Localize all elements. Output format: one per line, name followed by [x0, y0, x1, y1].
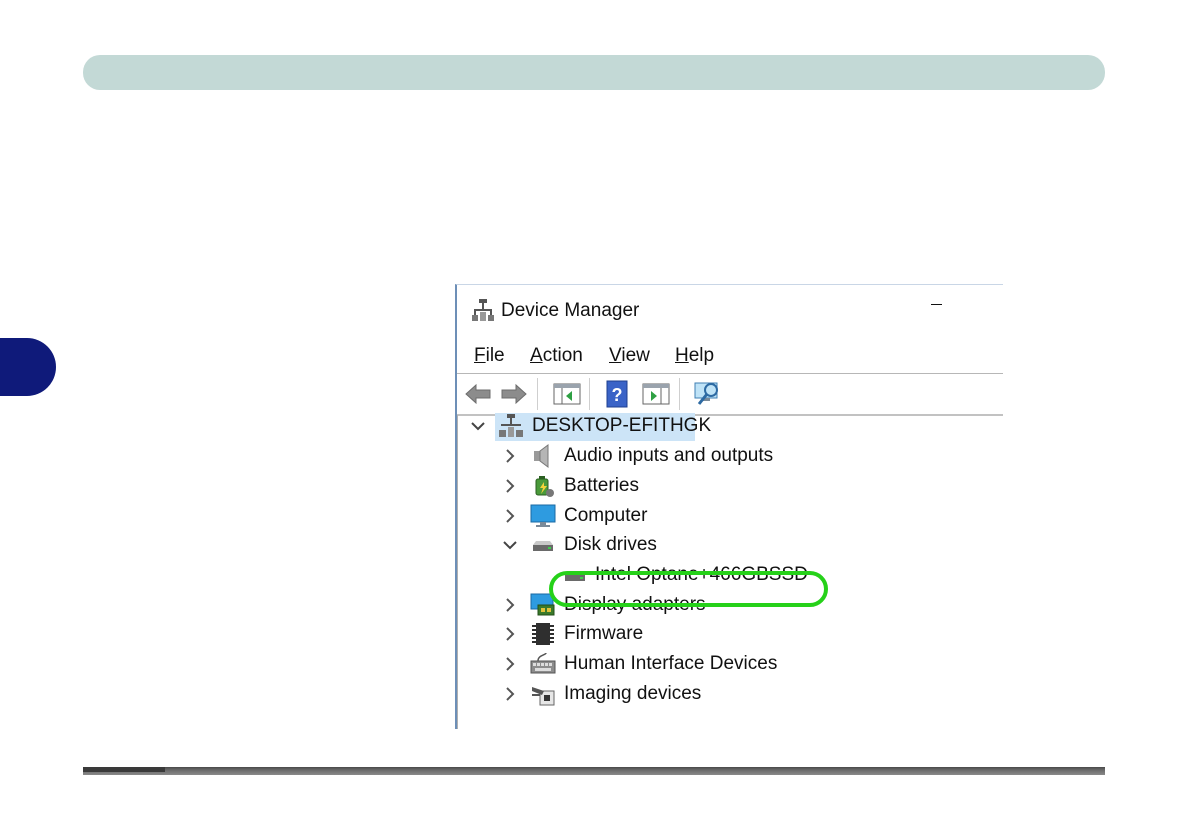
callout-highlight-ring — [549, 571, 828, 607]
toolbar-separator — [589, 378, 590, 410]
tree-item-disk-drives[interactable]: Disk drives — [458, 532, 1003, 560]
toolbar-separator — [679, 378, 680, 410]
forward-icon[interactable] — [499, 380, 529, 408]
tree-item-label: Disk drives — [564, 534, 657, 555]
tree-item-label: Audio inputs and outputs — [564, 445, 774, 466]
menu-help[interactable]: Help — [675, 345, 714, 367]
help-icon[interactable]: ? — [602, 380, 632, 408]
chevron-right-icon[interactable] — [502, 446, 518, 466]
chevron-down-icon[interactable] — [470, 416, 486, 436]
tree-item-label: Computer — [564, 505, 648, 526]
menu-file[interactable]: File — [474, 345, 505, 367]
chevron-right-icon[interactable] — [502, 654, 518, 674]
chevron-right-icon[interactable] — [502, 624, 518, 644]
page-footer-rule — [83, 767, 1105, 775]
tree-root-label: DESKTOP-EFITHGK — [532, 415, 712, 436]
chevron-right-icon[interactable] — [502, 684, 518, 704]
toolbar: ? — [457, 373, 1003, 416]
chevron-down-icon[interactable] — [502, 535, 518, 555]
tree-item-firmware[interactable]: Firmware — [458, 621, 1003, 649]
tree-item-label: Batteries — [564, 475, 639, 496]
device-manager-window: Device Manager File Action View Help ? D… — [455, 284, 1003, 729]
tree-item-audio[interactable]: Audio inputs and outputs — [458, 443, 1003, 471]
hid-icon — [530, 652, 556, 674]
action-pane-icon[interactable] — [641, 380, 671, 408]
camera-icon — [532, 687, 555, 706]
speaker-icon — [534, 444, 549, 468]
show-hide-console-tree-icon[interactable] — [552, 380, 582, 408]
disk-drive-icon — [533, 541, 553, 551]
tree-item-hid[interactable]: Human Interface Devices — [458, 651, 1003, 679]
toolbar-separator — [537, 378, 538, 410]
battery-icon — [535, 476, 554, 497]
tree-item-label: Firmware — [564, 623, 644, 644]
tree-root-node[interactable]: DESKTOP-EFITHGK — [458, 413, 1003, 441]
chevron-right-icon[interactable] — [502, 506, 518, 526]
title-bar: Device Manager — [457, 285, 1003, 339]
menu-view[interactable]: View — [609, 345, 650, 367]
chapter-tab — [0, 338, 56, 396]
firmware-chip-icon — [532, 623, 554, 645]
tree-item-label: Human Interface Devices — [564, 653, 778, 674]
tree-item-batteries[interactable]: Batteries — [458, 473, 1003, 501]
window-title: Device Manager — [501, 300, 640, 321]
scan-hardware-icon[interactable] — [693, 380, 723, 408]
device-manager-icon — [472, 299, 494, 321]
computer-tower-icon — [499, 414, 523, 437]
monitor-icon — [530, 504, 556, 527]
back-icon[interactable] — [463, 380, 493, 408]
tree-item-label: Imaging devices — [564, 683, 702, 704]
menu-action[interactable]: Action — [530, 345, 583, 367]
page-header-bar — [83, 55, 1105, 90]
tree-item-imaging[interactable]: Imaging devices — [458, 681, 1003, 709]
minimize-button[interactable] — [927, 291, 947, 311]
tree-item-computer[interactable]: Computer — [458, 503, 1003, 531]
chevron-right-icon[interactable] — [502, 595, 518, 615]
chevron-right-icon[interactable] — [502, 476, 518, 496]
svg-text:?: ? — [612, 385, 623, 405]
menu-bar: File Action View Help — [457, 341, 1003, 371]
